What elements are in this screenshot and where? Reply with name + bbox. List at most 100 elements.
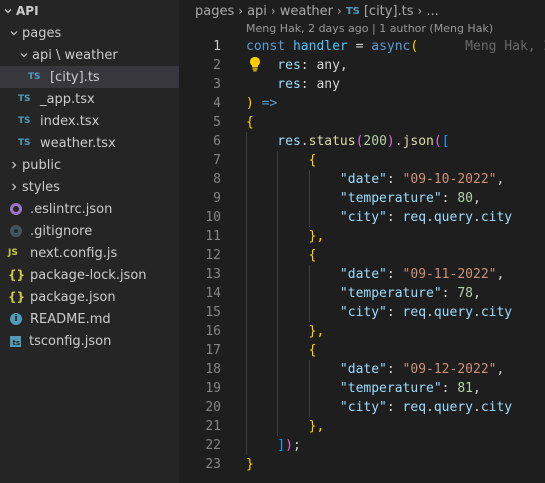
code-token: =: [347, 39, 372, 54]
code-token: : any,: [300, 58, 348, 73]
line-number: 11: [205, 229, 221, 244]
tree-file-item[interactable]: .eslintrc.json: [0, 198, 179, 220]
breadcrumb-item-weather[interactable]: weather: [280, 4, 333, 19]
code-line[interactable]: ]);: [246, 436, 301, 455]
typescript-file-icon: TS: [345, 5, 360, 17]
git-file-icon: [10, 225, 22, 237]
code-line[interactable]: "city": req.query.city: [246, 208, 512, 227]
code-token: json: [402, 134, 434, 149]
line-number: 6: [213, 134, 221, 149]
line-number: 20: [205, 400, 221, 415]
code-line[interactable]: "temperature": 80,: [246, 189, 481, 208]
tree-item-label: package-lock.json: [30, 267, 147, 283]
code-line[interactable]: "temperature": 81,: [246, 379, 481, 398]
code-token: ): [386, 134, 395, 149]
git-blame-codelens[interactable]: Meng Hak, 2 days ago | 1 author (Meng Ha…: [246, 22, 493, 35]
code-line[interactable]: {: [246, 341, 317, 360]
chevron-down-icon: [16, 44, 32, 66]
code-token: .: [426, 305, 434, 320]
line-number: 5: [213, 115, 221, 130]
code-token: "date": [246, 172, 387, 187]
code-token: :: [386, 400, 403, 415]
line-number: 10: [205, 210, 221, 225]
code-editor[interactable]: pages › api › weather › TS [city].ts › .…: [179, 0, 545, 483]
line-number: 17: [205, 343, 221, 358]
tree-file-item[interactable]: i README.md: [0, 308, 179, 330]
tree-item-label: next.config.js: [30, 245, 118, 261]
line-number: 19: [205, 381, 221, 396]
tree-file-item[interactable]: TS index.tsx: [0, 110, 179, 132]
code-line[interactable]: },: [246, 227, 325, 246]
breadcrumb-item-pages[interactable]: pages: [195, 4, 234, 19]
breadcrumb-item-file[interactable]: [city].ts: [364, 4, 414, 19]
code-token: req: [402, 210, 427, 225]
tree-item-label: styles: [22, 179, 60, 195]
code-line[interactable]: {: [246, 113, 254, 132]
tree-item-label: public: [22, 157, 62, 173]
chevron-right-icon: ›: [238, 4, 244, 18]
tree-item-label: README.md: [30, 311, 111, 327]
code-token: status: [308, 134, 356, 149]
code-line[interactable]: "city": req.query.city: [246, 303, 512, 322]
code-line[interactable]: ) =>: [246, 94, 277, 113]
code-token: },: [246, 229, 325, 244]
tree-item-label: index.tsx: [40, 113, 100, 129]
code-line[interactable]: "date": "09-11-2022",: [246, 265, 504, 284]
chevron-right-icon: ›: [337, 4, 342, 18]
code-line[interactable]: "date": "09-10-2022",: [246, 170, 504, 189]
code-line[interactable]: res: any,: [246, 56, 348, 75]
code-token: .: [300, 134, 309, 149]
code-token: ,: [496, 172, 505, 187]
javascript-file-icon: JS: [8, 248, 18, 258]
code-token: :: [386, 210, 403, 225]
tree-folder-item[interactable]: pages: [0, 22, 179, 44]
tree-file-item[interactable]: {} package.json: [0, 286, 179, 308]
inline-blame-text: Meng Hak, 2: [418, 39, 545, 54]
code-token: city: [480, 400, 513, 415]
tree-file-item[interactable]: JS next.config.js: [0, 242, 179, 264]
code-line[interactable]: "date": "09-12-2022",: [246, 360, 504, 379]
code-token: res: [246, 134, 301, 149]
code-token: ,: [472, 381, 481, 396]
line-number: 12: [205, 248, 221, 263]
code-line[interactable]: "temperature": 78,: [246, 284, 481, 303]
code-line[interactable]: },: [246, 322, 325, 341]
tsconfig-file-icon: ts: [10, 335, 21, 347]
code-token: :: [386, 305, 403, 320]
tree-file-item[interactable]: TS weather.tsx: [0, 132, 179, 154]
code-token: req: [402, 305, 427, 320]
code-line[interactable]: const handler = async( Meng Hak, 2: [246, 37, 545, 56]
code-line[interactable]: },: [246, 417, 325, 436]
tree-folder-item[interactable]: api \ weather: [0, 44, 179, 66]
tree-file-item[interactable]: ts tsconfig.json: [0, 330, 179, 352]
explorer-root-folder[interactable]: API: [0, 0, 179, 22]
code-line[interactable]: "city": req.query.city: [246, 398, 512, 417]
chevron-right-icon: ›: [417, 4, 423, 18]
code-line[interactable]: res: any: [246, 75, 340, 94]
code-token: .: [473, 210, 481, 225]
code-token: ,: [472, 286, 481, 301]
tree-folder-item[interactable]: styles: [0, 176, 179, 198]
code-line[interactable]: }: [246, 455, 254, 474]
code-token: {: [246, 153, 317, 168]
tree-file-item[interactable]: TS _app.tsx: [0, 88, 179, 110]
code-line[interactable]: {: [246, 246, 317, 265]
breadcrumb-more[interactable]: ...: [426, 4, 438, 19]
tree-file-item[interactable]: {} package-lock.json: [0, 264, 179, 286]
code-token: :: [386, 267, 403, 282]
explorer-root-label: API: [16, 4, 39, 18]
code-token: city: [480, 210, 513, 225]
tree-file-item[interactable]: .gitignore: [0, 220, 179, 242]
chevron-down-icon: [6, 22, 22, 44]
json-file-icon: {}: [8, 290, 26, 304]
code-token: ,: [496, 267, 505, 282]
code-token: :: [386, 172, 403, 187]
code-token: query: [433, 400, 473, 415]
code-line[interactable]: res.status(200).json([: [246, 132, 449, 151]
tree-file-item[interactable]: TS [city].ts: [0, 66, 179, 88]
breadcrumb-item-api[interactable]: api: [247, 4, 267, 19]
code-line[interactable]: {: [246, 151, 317, 170]
code-token: "city": [246, 400, 387, 415]
tree-folder-item[interactable]: public: [0, 154, 179, 176]
line-number: 7: [213, 153, 221, 168]
